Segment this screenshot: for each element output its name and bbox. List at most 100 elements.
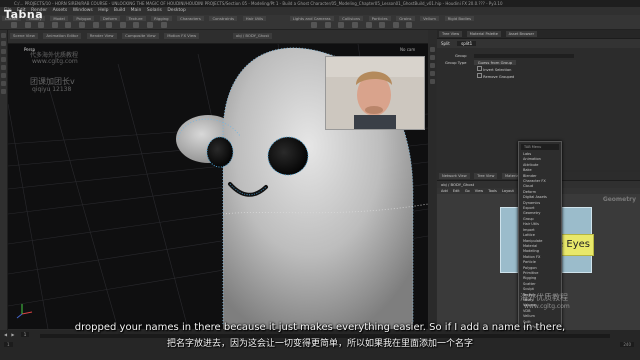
tab-menu-search[interactable]: TAB Menu <box>521 144 559 150</box>
tab-menu[interactable]: TAB Menu Labs Animation Attribute Bake B… <box>518 141 562 343</box>
display-lighting-icon[interactable] <box>430 63 435 68</box>
network-path[interactable]: obj / BODY_Ghost <box>441 182 474 187</box>
menu-solaris[interactable]: Solaris <box>147 8 162 13</box>
spot-light-tool-icon[interactable] <box>338 22 345 28</box>
menu-windows[interactable]: Windows <box>73 8 93 13</box>
area-light-tool-icon[interactable] <box>351 22 358 28</box>
invert-selection-label: Invert Selection <box>483 68 512 72</box>
sphere-tool-icon[interactable] <box>24 22 31 28</box>
instructor-webcam <box>325 56 425 130</box>
circle-tool-icon[interactable] <box>106 22 113 28</box>
viewport-path[interactable]: obj / BODY_Ghost <box>232 33 272 39</box>
net-menu-view[interactable]: View <box>475 189 483 193</box>
tab-material-palette[interactable]: Material Palette <box>466 31 501 37</box>
watermark-line4: qiqiyu 12138 <box>32 86 72 93</box>
shelf-tab-particles[interactable]: Particles <box>368 16 391 21</box>
shelf-tab-characters[interactable]: Characters <box>177 16 204 21</box>
scale-tool-icon[interactable] <box>1 57 6 62</box>
node-type-label: Split <box>441 41 450 46</box>
curve-tool-icon[interactable] <box>119 22 126 28</box>
menu-assets[interactable]: Assets <box>53 8 68 13</box>
volume-light-tool-icon[interactable] <box>379 22 386 28</box>
display-shading-icon[interactable] <box>430 47 435 52</box>
tab-tree-view[interactable]: Tree View <box>439 31 463 37</box>
display-options-strip <box>429 44 436 329</box>
rotate-tool-icon[interactable] <box>1 49 6 54</box>
menu-bar: File Edit Render Assets Windows Help Bui… <box>0 7 640 15</box>
point-light-tool-icon[interactable] <box>324 22 331 28</box>
tab-net-tree-view[interactable]: Tree View <box>474 173 498 179</box>
menu-help[interactable]: Help <box>98 8 108 13</box>
grid-tool-icon[interactable] <box>65 22 72 28</box>
shelf-tab-vellum[interactable]: Vellum <box>420 16 439 21</box>
shelf-tab-rigging[interactable]: Rigging <box>151 16 172 21</box>
camera-label[interactable]: No cam <box>400 47 415 52</box>
line-tool-icon[interactable] <box>92 22 99 28</box>
path-tool-icon[interactable] <box>146 22 153 28</box>
persp-label[interactable]: Persp <box>24 47 35 52</box>
tab-network-view[interactable]: Network View <box>439 173 470 179</box>
env-light-tool-icon[interactable] <box>406 22 413 28</box>
net-menu-add[interactable]: Add <box>441 189 448 193</box>
remove-grouped-label: Remove Grouped <box>483 75 515 79</box>
remove-grouped-toggle[interactable] <box>477 73 482 78</box>
shelf-tab-lights[interactable]: Lights and Cameras <box>289 16 334 21</box>
snap-tool-icon[interactable] <box>1 89 6 94</box>
net-menu-go[interactable]: Go <box>465 189 470 193</box>
null-tool-icon[interactable] <box>78 22 85 28</box>
tab-animation-editor[interactable]: Animation Editor <box>43 33 82 39</box>
net-menu-edit[interactable]: Edit <box>453 189 460 193</box>
net-menu-layout[interactable]: Layout <box>502 189 514 193</box>
shelf-tab-rigid-bodies[interactable]: Rigid Bodies <box>444 16 475 21</box>
tube-tool-icon[interactable] <box>38 22 45 28</box>
network-context-label: Geometry <box>602 196 636 203</box>
move-tool-icon[interactable] <box>1 41 6 46</box>
display-grid-icon[interactable] <box>430 79 435 84</box>
tab-scene-view[interactable]: Scene View <box>10 33 38 39</box>
node-name-field[interactable]: split1 <box>457 41 477 46</box>
shelf: Create Modify Model Polygon Deform Textu… <box>0 15 640 30</box>
shelf-tab-deform[interactable]: Deform <box>99 16 121 21</box>
pose-tool-icon[interactable] <box>1 73 6 78</box>
shelf-tab-texture[interactable]: Texture <box>125 16 146 21</box>
camera-tool-icon[interactable] <box>311 22 318 28</box>
distant-light-tool-icon[interactable] <box>392 22 399 28</box>
webcam-image <box>326 57 424 129</box>
tab-motion-fx-view[interactable]: Motion FX View <box>164 33 200 39</box>
display-wireframe-icon[interactable] <box>430 55 435 60</box>
draw-curve-tool-icon[interactable] <box>133 22 140 28</box>
geometry-light-tool-icon[interactable] <box>365 22 372 28</box>
corner-watermark-2: www.cgltg.com <box>524 303 570 310</box>
shelf-tab-hair-utils[interactable]: Hair Utils <box>242 16 267 21</box>
spray-paint-tool-icon[interactable] <box>160 22 167 28</box>
shelf-tab-polygon[interactable]: Polygon <box>73 16 95 21</box>
tab-asset-browser[interactable]: Asset Browser <box>505 31 538 37</box>
subtitle-chinese: 把名字放进去，因为这会让一切变得更简单，所以如果我在里面添加一个名字 <box>166 339 473 349</box>
display-camera-icon[interactable] <box>430 71 435 76</box>
box-tool-icon[interactable] <box>11 22 17 28</box>
ghost-right-eye[interactable] <box>267 136 309 176</box>
shelf-tab-model[interactable]: Model <box>50 16 68 21</box>
handle-tool-icon[interactable] <box>1 65 6 70</box>
window-title: C:/... PROJECTS/10 - HORN SIREN/RAB COUR… <box>0 0 640 7</box>
net-menu-tools[interactable]: Tools <box>488 189 497 193</box>
menu-build[interactable]: Build <box>114 8 125 13</box>
subtitle-english: dropped your names in there because it j… <box>74 322 566 333</box>
menu-desktop[interactable]: Desktop <box>167 8 186 13</box>
axis-gizmo <box>16 304 33 319</box>
shelf-tab-collisions[interactable]: Collisions <box>339 16 364 21</box>
menu-main[interactable]: Main <box>131 8 142 13</box>
shelf-tab-constraints[interactable]: Constraints <box>209 16 238 21</box>
group-type-label: Group Type <box>445 60 467 65</box>
view-tool-icon[interactable] <box>1 81 6 86</box>
group-input[interactable] <box>473 54 574 58</box>
shelf-tab-grains[interactable]: Grains <box>396 16 415 21</box>
tab-composite-view[interactable]: Composite View <box>122 33 159 39</box>
select-tool-icon[interactable] <box>1 33 6 38</box>
ghost-left-eye[interactable] <box>206 136 234 168</box>
group-label: Group <box>455 53 467 58</box>
torus-tool-icon[interactable] <box>51 22 58 28</box>
tab-render-view[interactable]: Render View <box>86 33 117 39</box>
group-type-select[interactable]: Guess from Group <box>473 60 517 65</box>
invert-selection-toggle[interactable] <box>477 66 482 71</box>
